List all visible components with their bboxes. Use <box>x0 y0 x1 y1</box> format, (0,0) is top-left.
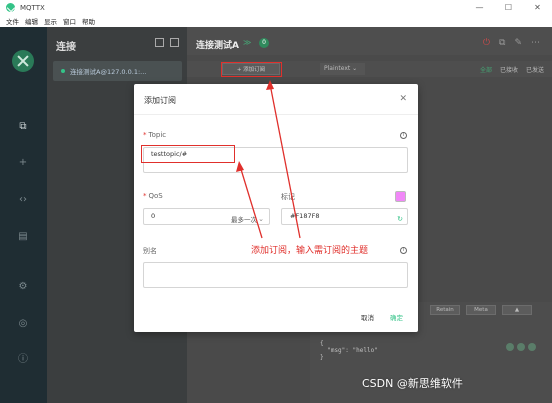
connected-status-icon <box>61 69 65 73</box>
dialog-divider <box>134 114 418 115</box>
clear-icon[interactable] <box>506 343 514 351</box>
mqttx-logo-icon <box>6 3 15 12</box>
publish-options: Retain Meta ▲ <box>430 305 532 315</box>
annotation-text: 添加订阅，输入需订阅的主题 <box>251 246 369 256</box>
connection-header-icons <box>155 38 179 47</box>
message-filters: 全部 已接收 已发送 <box>480 65 544 74</box>
alias-label: 别名 <box>143 247 157 255</box>
color-value: #F187F8 <box>290 212 320 220</box>
menu-window[interactable]: 窗口 <box>63 16 76 26</box>
message-count-badge: 0 <box>259 38 269 48</box>
brand-logo-icon <box>12 50 34 72</box>
feed-icon[interactable]: ◎ <box>17 318 29 330</box>
color-label: 标记 <box>281 193 295 201</box>
chevron-down-icon: ⌄ <box>258 215 264 223</box>
connection-title: 连接测试A <box>196 41 239 51</box>
new-connection-icon[interactable] <box>155 38 164 47</box>
topic-info-icon: i <box>400 132 407 139</box>
copy-icon[interactable]: ⧉ <box>499 38 505 48</box>
send-icon[interactable] <box>528 343 536 351</box>
dialog-title: 添加订阅 <box>144 96 176 105</box>
history-icon[interactable] <box>517 343 525 351</box>
about-icon[interactable]: ⓘ <box>17 354 29 366</box>
cancel-button[interactable]: 取消 <box>361 312 374 322</box>
payload-format-select[interactable]: Plaintext ⌄ <box>320 63 365 75</box>
chevron-down-icon[interactable]: ≫ <box>243 38 251 47</box>
maximize-button[interactable]: ☐ <box>494 0 523 15</box>
filter-all[interactable]: 全部 <box>480 65 492 74</box>
log-icon[interactable]: ▤ <box>17 231 29 243</box>
window-controls: — ☐ ✕ <box>465 0 552 15</box>
edit-icon[interactable]: ✎ <box>514 38 522 48</box>
menu-bar: 文件 编辑 显示 窗口 帮助 <box>0 15 552 27</box>
connections-header: 连接 <box>56 42 76 53</box>
retain-button[interactable]: Retain <box>430 305 460 315</box>
close-icon[interactable]: ✕ <box>399 94 407 104</box>
qos-select[interactable]: 0 最多一次 ⌄ <box>143 208 270 225</box>
menu-help[interactable]: 帮助 <box>82 16 95 26</box>
meta-button[interactable]: Meta <box>466 305 496 315</box>
confirm-button[interactable]: 确定 <box>390 312 403 322</box>
qos-level-text: 最多一次 <box>231 216 257 224</box>
topic-label: * Topic <box>143 131 167 139</box>
highlight-topic-input <box>141 145 235 163</box>
qos-label: * QoS <box>143 192 163 200</box>
publish-payload-editor[interactable]: { "msg": "hello" } <box>320 340 378 361</box>
add-subscription-dialog: 添加订阅 ✕ * Topic i * QoS 0 最多一次 ⌄ 标记 #F187F8… <box>134 84 418 332</box>
connections-icon[interactable]: ⧉ <box>17 121 29 133</box>
publish-actions <box>506 343 536 351</box>
refresh-color-icon[interactable]: ↻ <box>397 212 403 227</box>
connection-toolbar: ⏻ ⧉ ✎ ⋯ <box>483 38 540 48</box>
menu-view[interactable]: 显示 <box>44 16 57 26</box>
alias-input[interactable] <box>143 262 408 288</box>
title-bar: MQTTX — ☐ ✕ <box>0 0 552 15</box>
minimize-button[interactable]: — <box>465 0 494 15</box>
filter-sent[interactable]: 已发送 <box>526 65 544 74</box>
menu-edit[interactable]: 编辑 <box>25 16 38 26</box>
disconnect-icon[interactable]: ⏻ <box>483 38 490 48</box>
highlight-add-subscription <box>221 62 282 77</box>
menu-file[interactable]: 文件 <box>6 16 19 26</box>
connection-item-label: 连接测试A@127.0.0.1:... <box>70 68 147 76</box>
connection-item[interactable]: 连接测试A@127.0.0.1:... <box>53 61 182 81</box>
window-title: MQTTX <box>20 3 45 12</box>
alias-info-icon: i <box>400 247 407 254</box>
qos-value: 0 <box>151 212 156 220</box>
left-nav: ⧉ + ‹› ▤ ⚙ ◎ ⓘ <box>0 27 47 403</box>
more-icon[interactable]: ⋯ <box>531 38 540 48</box>
watermark: CSDN @新思维软件 <box>362 377 463 390</box>
settings-icon[interactable]: ⚙ <box>17 281 29 293</box>
script-icon[interactable]: ‹› <box>17 194 29 206</box>
color-picker[interactable] <box>395 191 406 202</box>
toggle-layout-icon[interactable] <box>170 38 179 47</box>
close-window-button[interactable]: ✕ <box>523 0 552 15</box>
color-input[interactable]: #F187F8 ↻ <box>281 208 408 225</box>
expand-button[interactable]: ▲ <box>502 305 532 315</box>
filter-received[interactable]: 已接收 <box>500 65 518 74</box>
add-icon[interactable]: + <box>17 157 29 169</box>
